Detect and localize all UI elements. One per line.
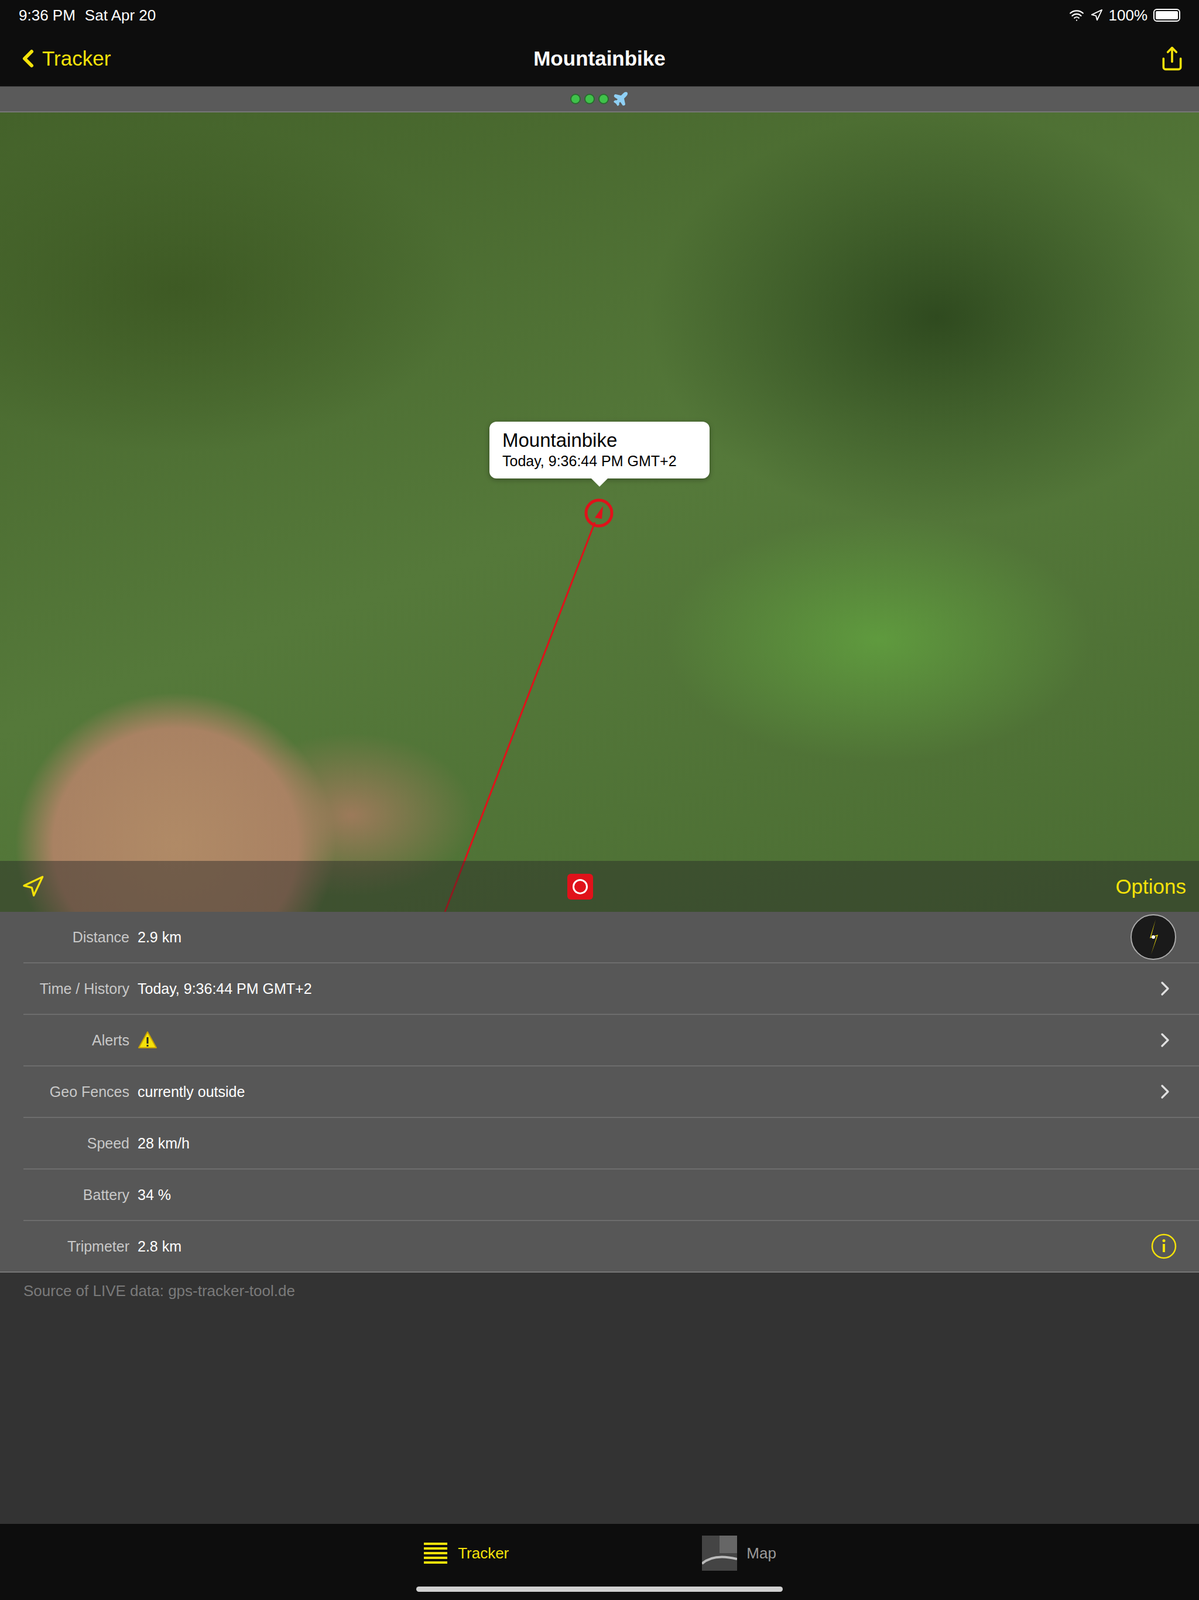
detail-label: Tripmeter bbox=[23, 1237, 130, 1255]
detail-label: Time / History bbox=[23, 980, 130, 998]
map-toolbar: Options bbox=[0, 860, 1199, 912]
detail-label: Battery bbox=[23, 1186, 130, 1204]
detail-label: Speed bbox=[23, 1134, 130, 1152]
share-icon[interactable] bbox=[1159, 45, 1185, 72]
detail-value: 2.9 km bbox=[137, 928, 1130, 946]
nav-title: Mountainbike bbox=[533, 46, 666, 71]
callout-title: Mountainbike bbox=[502, 428, 697, 452]
callout-subtitle: Today, 9:36:44 PM GMT+2 bbox=[502, 451, 697, 471]
detail-value: 28 km/h bbox=[137, 1134, 1177, 1152]
nav-bar: Tracker Mountainbike bbox=[0, 30, 1199, 87]
detail-label: Alerts bbox=[23, 1031, 130, 1049]
detail-row[interactable]: Geo Fences currently outside bbox=[23, 1066, 1199, 1118]
detail-value: 34 % bbox=[137, 1186, 1177, 1204]
route-line bbox=[0, 112, 1199, 912]
battery-percent: 100% bbox=[1108, 6, 1149, 25]
detail-value: currently outside bbox=[137, 1083, 1154, 1101]
detail-value: 2.8 km bbox=[137, 1237, 1151, 1255]
detail-row[interactable]: Alerts bbox=[23, 1014, 1199, 1067]
detail-row[interactable]: Time / History Today, 9:36:44 PM GMT+2 bbox=[23, 963, 1199, 1015]
chevron-right-icon bbox=[1153, 1028, 1177, 1052]
map[interactable]: MountainbikeToday, 9:36:44 PM GMT+2 Optio… bbox=[0, 112, 1199, 912]
location-icon bbox=[1090, 8, 1103, 22]
info-icon[interactable] bbox=[1150, 1232, 1177, 1259]
details-list: Distance 2.9 km Time / History Today, 9:36:… bbox=[0, 911, 1199, 1273]
list-icon bbox=[422, 1539, 449, 1566]
status-time: 9:36 PM bbox=[18, 6, 76, 25]
detail-value: Today, 9:36:44 PM GMT+2 bbox=[137, 980, 1154, 998]
source-note: Source of LIVE data: gps-tracker-tool.de bbox=[0, 1272, 1199, 1524]
battery-icon bbox=[1153, 8, 1181, 22]
chevron-left-icon bbox=[14, 44, 43, 73]
options-button[interactable]: Options bbox=[1115, 874, 1187, 899]
connection-dot bbox=[584, 93, 595, 105]
status-bar: 9:36 PM Sat Apr 20 100% bbox=[0, 0, 1199, 31]
chevron-right-icon bbox=[1153, 1079, 1177, 1103]
home-indicator bbox=[416, 1585, 783, 1592]
wifi-icon bbox=[1069, 7, 1085, 23]
connection-dot bbox=[570, 93, 581, 105]
record-button[interactable] bbox=[567, 873, 594, 900]
chevron-right-icon bbox=[1153, 976, 1177, 1000]
tab-item[interactable]: Tracker bbox=[422, 1535, 509, 1571]
connection-strip bbox=[0, 86, 1199, 113]
location-arrow-icon[interactable] bbox=[21, 874, 45, 899]
detail-row[interactable]: Distance 2.9 km bbox=[23, 911, 1199, 964]
map-icon bbox=[701, 1535, 738, 1571]
detail-label: Distance bbox=[23, 928, 130, 946]
detail-value bbox=[137, 1030, 1154, 1050]
back-button[interactable]: Tracker bbox=[14, 44, 167, 73]
detail-label: Geo Fences bbox=[23, 1083, 130, 1101]
status-date: Sat Apr 20 bbox=[84, 6, 156, 25]
pin-callout[interactable]: MountainbikeToday, 9:36:44 PM GMT+2 bbox=[489, 421, 710, 479]
detail-row: Battery 34 % bbox=[23, 1169, 1199, 1221]
tab-item[interactable]: Map bbox=[701, 1535, 777, 1571]
connection-dot bbox=[598, 93, 609, 105]
tracker-pin[interactable] bbox=[586, 499, 612, 526]
screen: 9:36 PM Sat Apr 20 100% Tracker Mountainbike… bbox=[0, 0, 1199, 1600]
detail-row: Speed 28 km/h bbox=[23, 1117, 1199, 1170]
detail-row[interactable]: Tripmeter 2.8 km bbox=[0, 1220, 1199, 1273]
airplane-icon bbox=[612, 90, 629, 108]
warning-icon bbox=[137, 1030, 158, 1050]
tab-bar: Tracker Map bbox=[0, 1523, 1199, 1600]
compass-icon[interactable] bbox=[1129, 913, 1177, 961]
